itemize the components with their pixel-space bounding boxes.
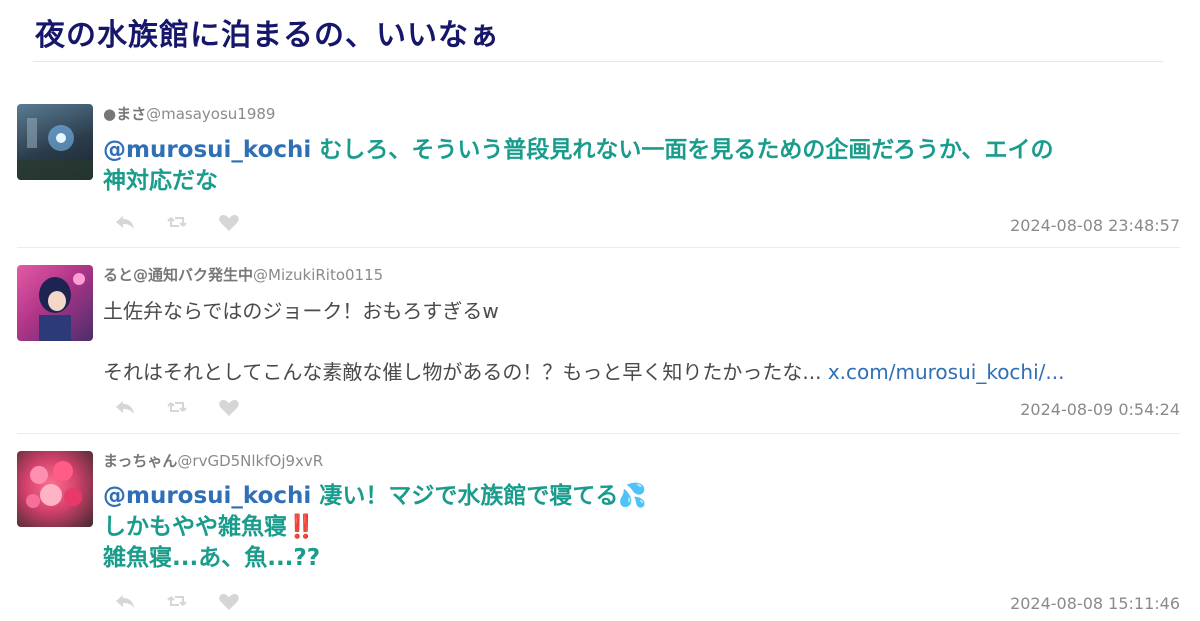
reply-icon[interactable] <box>113 395 137 419</box>
tweet-actions <box>113 589 241 613</box>
display-name[interactable]: ●まさ <box>103 105 146 123</box>
avatar[interactable] <box>17 451 93 527</box>
tweet-item: まっちゃん@rvGD5NlkfOj9xvR @murosui_kochi 凄い！… <box>17 451 1180 619</box>
tweet-text-line: 雑魚寝...あ、魚...?? <box>103 545 321 571</box>
title-divider <box>33 61 1163 62</box>
tweet-text-line: それはそれとしてこんな素敵な催し物があるの！？もっと早く知りたかったな... <box>103 360 822 384</box>
tweet-actions <box>113 210 241 234</box>
tweet-item: ると@通知バク発生中@MizukiRito0115 土佐弁ならではのジョーク！お… <box>17 265 1180 430</box>
avatar-image <box>17 118 93 180</box>
tweet-divider <box>17 247 1180 248</box>
page-title: 夜の水族館に泊まるの、いいなぁ <box>35 18 500 53</box>
avatar[interactable] <box>17 265 93 341</box>
tweet-text-line: 土佐弁ならではのジョーク！おもろすぎるw <box>103 299 499 323</box>
handle[interactable]: @masayosu1989 <box>146 105 275 123</box>
timestamp[interactable]: 2024-08-08 15:11:46 <box>1010 594 1180 613</box>
heart-icon[interactable] <box>217 589 241 613</box>
tweet-text-line: 神対応だな <box>103 168 218 194</box>
tweet-text-line: 凄い！マジで水族館で寝てる💦 <box>319 483 647 509</box>
tweet-text-line: しかもやや雑魚寝‼️ <box>103 514 316 540</box>
avatar-image <box>26 461 82 508</box>
url-link[interactable]: x.com/murosui_kochi/... <box>828 360 1065 384</box>
tweet-actions <box>113 395 241 419</box>
reply-icon[interactable] <box>113 589 137 613</box>
retweet-icon[interactable] <box>165 210 189 234</box>
retweet-icon[interactable] <box>165 395 189 419</box>
tweet-divider <box>17 433 1180 434</box>
tweet-meta: ●まさ@masayosu1989 <box>103 103 275 124</box>
avatar-image <box>39 273 85 341</box>
handle[interactable]: @MizukiRito0115 <box>253 266 383 284</box>
tweet-meta: まっちゃん@rvGD5NlkfOj9xvR <box>103 450 323 471</box>
tweet-text: @murosui_kochi むしろ、そういう普段見れない一面を見るための企画だ… <box>103 135 1054 197</box>
avatar[interactable] <box>17 104 93 180</box>
retweet-icon[interactable] <box>165 589 189 613</box>
mention-link[interactable]: @murosui_kochi <box>103 137 311 163</box>
tweet-text: それはそれとしてこんな素敵な催し物があるの！？もっと早く知りたかったな... x… <box>103 358 1064 387</box>
timestamp[interactable]: 2024-08-08 23:48:57 <box>1010 216 1180 235</box>
tweet-text: @murosui_kochi 凄い！マジで水族館で寝てる💦 しかもやや雑魚寝‼️… <box>103 481 647 574</box>
heart-icon[interactable] <box>217 210 241 234</box>
tweet-text-line: むしろ、そういう普段見れない一面を見るための企画だろうか、エイの <box>319 137 1054 163</box>
display-name[interactable]: まっちゃん <box>103 452 177 470</box>
mention-link[interactable]: @murosui_kochi <box>103 483 311 509</box>
tweet-item: ●まさ@masayosu1989 @murosui_kochi むしろ、そういう… <box>17 104 1180 244</box>
heart-icon[interactable] <box>217 395 241 419</box>
reply-icon[interactable] <box>113 210 137 234</box>
display-name[interactable]: ると@通知バク発生中 <box>103 266 253 284</box>
tweet-meta: ると@通知バク発生中@MizukiRito0115 <box>103 264 383 285</box>
handle[interactable]: @rvGD5NlkfOj9xvR <box>177 452 323 470</box>
timestamp[interactable]: 2024-08-09 0:54:24 <box>1020 400 1180 419</box>
